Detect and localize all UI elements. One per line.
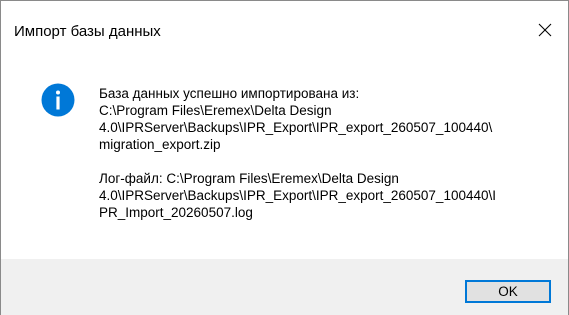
button-bar: OK: [1, 259, 568, 315]
dialog-content: База данных успешно импортирована из: C:…: [1, 59, 568, 259]
success-message: База данных успешно импортирована из: C:…: [99, 86, 493, 152]
close-button[interactable]: [522, 1, 568, 59]
window-title: Импорт базы данных: [14, 23, 161, 40]
info-icon: [41, 83, 75, 117]
message-text: База данных успешно импортирована из: C:…: [99, 85, 554, 221]
ok-button[interactable]: OK: [465, 280, 551, 303]
log-file-message: Лог-файл: C:\Program Files\Eremex\Delta …: [99, 171, 496, 220]
message-dialog: Импорт базы данных База данных успешно и…: [0, 0, 569, 315]
close-icon: [538, 23, 552, 37]
title-bar: Импорт базы данных: [1, 1, 568, 59]
